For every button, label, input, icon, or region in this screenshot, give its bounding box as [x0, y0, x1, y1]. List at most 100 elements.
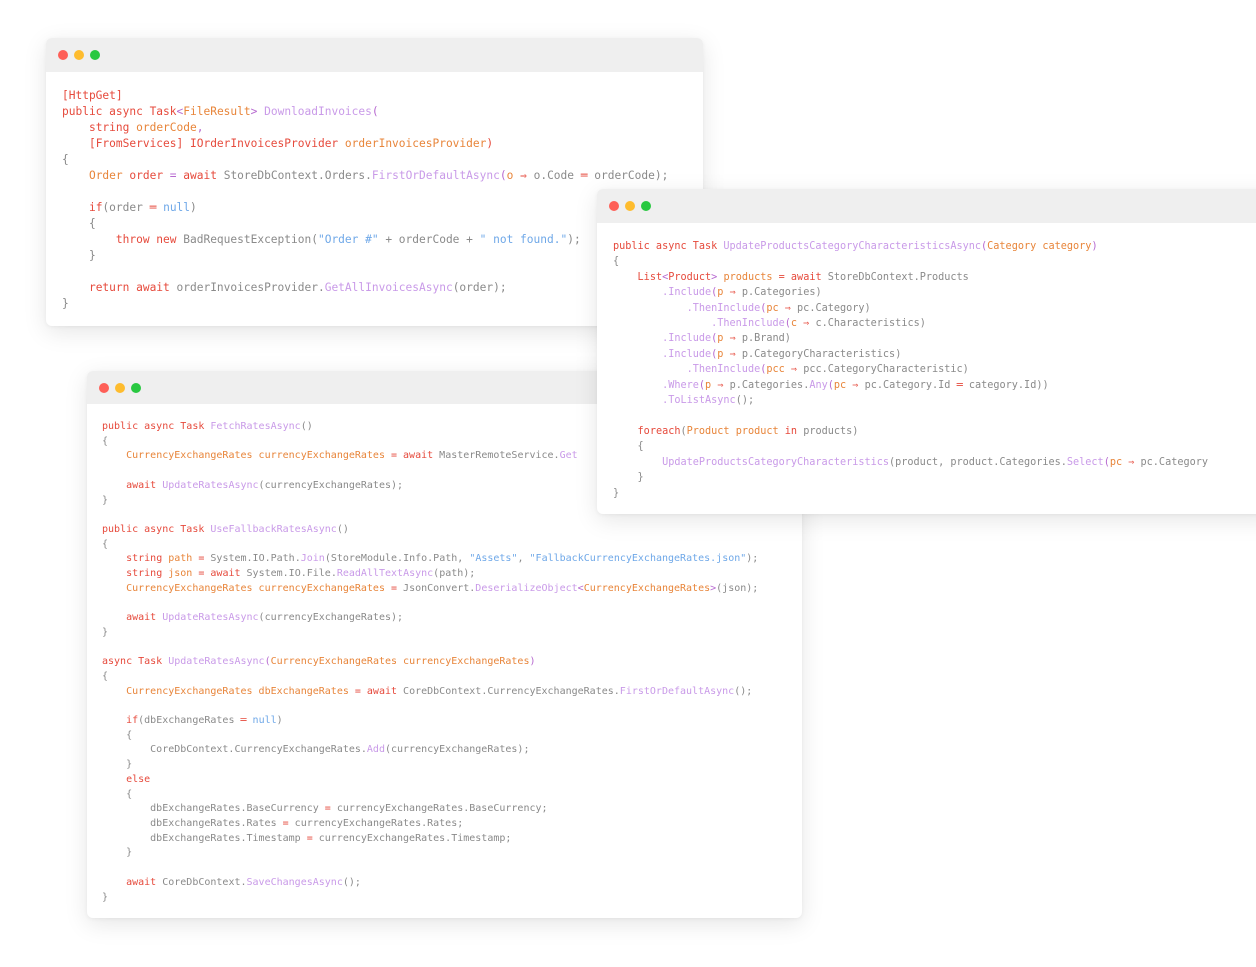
- code-token: (order);: [452, 281, 507, 294]
- code-token: CoreDbContext.: [162, 876, 247, 888]
- code-token: + orderCode +: [378, 233, 480, 246]
- code-token: string: [126, 568, 169, 580]
- code-token: (currencyExchangeRates);: [258, 479, 404, 491]
- code-token: public async: [613, 241, 693, 252]
- code-token: ⇒: [520, 169, 534, 182]
- maximize-dot-icon[interactable]: [131, 382, 141, 393]
- code-token: Select: [1066, 456, 1104, 468]
- code-line: .Include(p ⇒ p.Brand): [613, 331, 1256, 346]
- code-token: System.IO.Path.: [210, 553, 301, 565]
- maximize-dot-icon[interactable]: [641, 201, 651, 211]
- code-token: ): [190, 201, 197, 214]
- close-dot-icon[interactable]: [609, 201, 619, 211]
- code-token: BadRequestException(: [183, 233, 318, 246]
- code-token: }: [613, 472, 644, 484]
- code-token: GetAllInvoicesAsync: [324, 281, 453, 294]
- code-token: pc.Category.Id: [864, 379, 957, 391]
- code-token: List: [637, 271, 663, 283]
- code-line: async Task UpdateRatesAsync(CurrencyExch…: [102, 655, 802, 670]
- code-token: order: [129, 169, 170, 182]
- code-token: .ToListAsync: [662, 395, 736, 407]
- code-token: }: [102, 626, 109, 638]
- code-line: .ThenInclude(pcc ⇒ pcc.CategoryCharacter…: [613, 362, 1256, 377]
- code-token: {: [102, 435, 109, 447]
- code-line: public async Task UseFallbackRatesAsync(…: [102, 523, 802, 538]
- code-line: {: [102, 788, 802, 803]
- code-token: .Include: [662, 348, 712, 360]
- code-token: public async: [102, 421, 181, 432]
- minimize-dot-icon[interactable]: [625, 201, 635, 211]
- code-token: Get: [559, 450, 578, 462]
- close-dot-icon[interactable]: [99, 382, 109, 393]
- code-token: (path);: [433, 568, 476, 580]
- code-line: string json = await System.IO.File.ReadA…: [102, 567, 802, 582]
- window-titlebar: [46, 38, 703, 72]
- code-line: .Where(p ⇒ p.Categories.Any(pc ⇒ pc.Cate…: [613, 378, 1256, 393]
- code-token: await: [126, 612, 163, 624]
- code-token: orderInvoicesProvider: [344, 137, 487, 150]
- code-line: if(dbExchangeRates ═ null): [102, 714, 802, 729]
- code-token: dbExchangeRates.Timestamp: [102, 832, 307, 844]
- minimize-dot-icon[interactable]: [74, 50, 84, 60]
- code-token: {: [102, 729, 133, 741]
- code-token: .Include: [662, 287, 712, 299]
- code-token: Any: [809, 379, 828, 391]
- code-token: JsonConvert.: [403, 582, 476, 594]
- code-token: ═: [149, 201, 164, 214]
- code-token: {: [62, 153, 69, 166]
- code-token: pc.Category: [1140, 456, 1208, 468]
- code-token: o: [506, 169, 521, 182]
- code-token: =: [169, 169, 184, 182]
- code-token: {: [613, 256, 620, 268]
- code-token: Task: [138, 656, 169, 668]
- code-token: ();: [734, 685, 753, 697]
- minimize-dot-icon[interactable]: [115, 382, 125, 393]
- code-line: else: [102, 773, 802, 788]
- code-line: [HttpGet]: [62, 88, 703, 104]
- code-line: {: [613, 254, 1256, 269]
- code-line: CurrencyExchangeRates currencyExchangeRa…: [102, 582, 802, 597]
- code-token: "Order #": [317, 233, 379, 246]
- code-token: p: [717, 287, 730, 299]
- code-token: Task: [180, 421, 211, 432]
- code-line: dbExchangeRates.BaseCurrency = currencyE…: [102, 802, 802, 817]
- code-token: async: [102, 656, 139, 668]
- code-token: CurrencyExchangeRates: [126, 450, 259, 462]
- code-token: ⇒: [1128, 456, 1141, 468]
- code-token: pcc.CategoryCharacteristic): [803, 364, 969, 376]
- code-token: .ThenInclude: [711, 318, 785, 330]
- code-token: }: [613, 487, 620, 499]
- code-line: dbExchangeRates.Rates = currencyExchange…: [102, 817, 802, 832]
- code-line: {: [102, 538, 802, 553]
- code-token: "Assets": [469, 553, 518, 565]
- code-line: }: [102, 891, 802, 906]
- code-line: Order order = await StoreDbContext.Order…: [62, 168, 703, 184]
- code-token: orderCode);: [594, 169, 669, 182]
- code-token: Product: [686, 425, 736, 437]
- close-dot-icon[interactable]: [58, 50, 68, 60]
- code-line: public async Task<FileResult> DownloadIn…: [62, 104, 703, 120]
- code-token: UpdateProductsCategoryCharacteristicsAsy…: [723, 241, 982, 252]
- code-line: dbExchangeRates.Timestamp = currencyExch…: [102, 832, 802, 847]
- code-token: UseFallbackRatesAsync: [210, 523, 337, 535]
- code-token: category.Id)): [968, 379, 1049, 391]
- code-token: null: [163, 201, 191, 214]
- code-token: dbExchangeRates.Rates: [102, 817, 283, 829]
- code-token: CurrencyExchangeRates: [583, 582, 711, 594]
- code-token: products: [723, 271, 779, 283]
- maximize-dot-icon[interactable]: [90, 50, 100, 60]
- code-token: ⇒: [852, 379, 865, 391]
- code-token: public async: [102, 523, 181, 535]
- code-token: return await: [88, 281, 177, 294]
- code-token: ⇒: [729, 348, 742, 360]
